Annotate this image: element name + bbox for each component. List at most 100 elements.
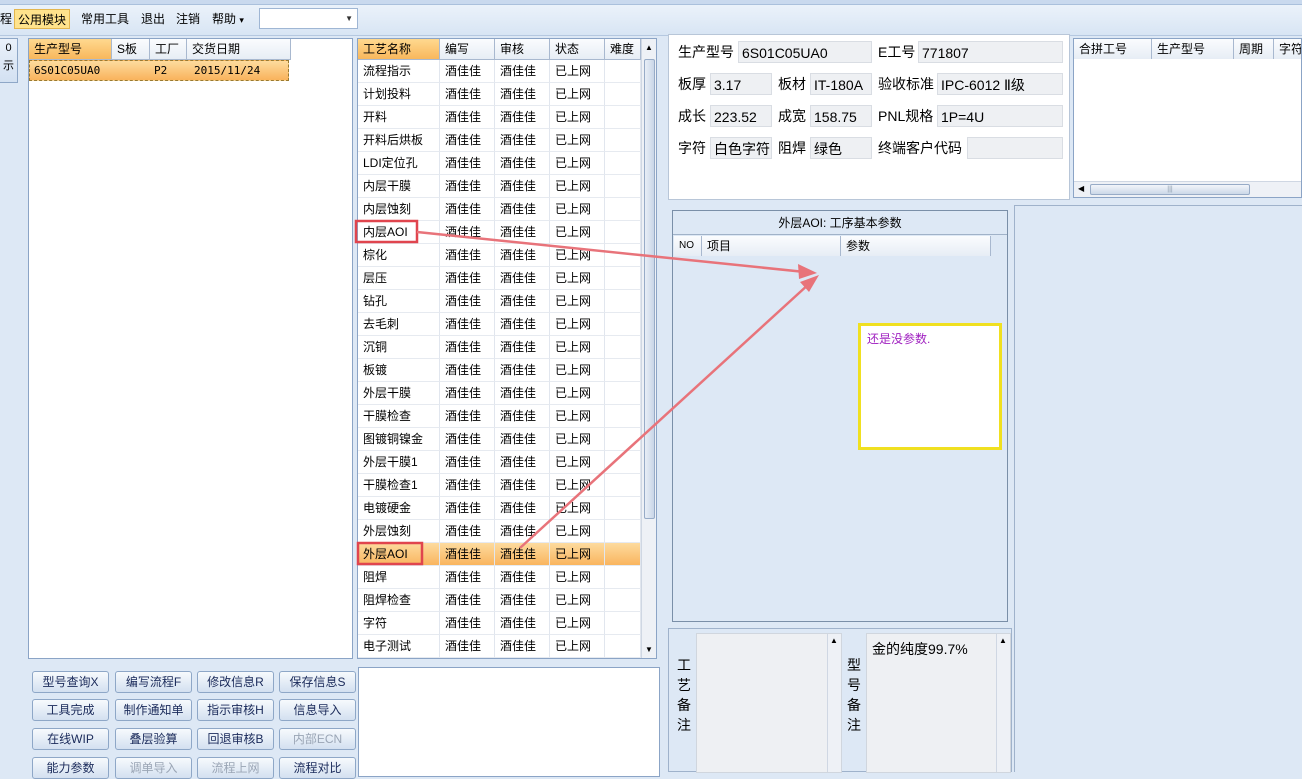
field-e-no[interactable]: 771807 xyxy=(918,41,1063,63)
table-row[interactable]: 板镀 酒佳佳 酒佳佳 已上网 xyxy=(358,359,641,382)
table-row[interactable]: 钻孔 酒佳佳 酒佳佳 已上网 xyxy=(358,290,641,313)
action-button[interactable]: 信息导入 xyxy=(279,699,356,721)
table-row[interactable]: 电镀硬金 酒佳佳 酒佳佳 已上网 xyxy=(358,497,641,520)
table-row[interactable]: 棕化 酒佳佳 酒佳佳 已上网 xyxy=(358,244,641,267)
col-header-process-name[interactable]: 工艺名称 xyxy=(358,39,440,59)
cell-status: 已上网 xyxy=(550,60,605,83)
action-button[interactable]: 工具完成 xyxy=(32,699,109,721)
field-accept-standard[interactable]: IPC-6012 Ⅱ级 xyxy=(937,73,1063,95)
col-header-period[interactable]: 周期 xyxy=(1234,39,1274,59)
col-header-status[interactable]: 状态 xyxy=(550,39,605,59)
col-header-writer[interactable]: 编写 xyxy=(440,39,495,59)
table-row[interactable]: 开料 酒佳佳 酒佳佳 已上网 xyxy=(358,106,641,129)
table-row[interactable]: 阻焊 酒佳佳 酒佳佳 已上网 xyxy=(358,566,641,589)
field-client-code[interactable] xyxy=(967,137,1063,159)
scroll-up-icon[interactable]: ▲ xyxy=(645,43,653,52)
scroll-up-icon[interactable]: ▲ xyxy=(830,636,838,645)
cell-status: 已上网 xyxy=(550,359,605,382)
table-row[interactable]: 内层AOI 酒佳佳 酒佳佳 已上网 xyxy=(358,221,641,244)
col-header-model[interactable]: 生产型号 xyxy=(29,39,112,59)
col-header-s-board[interactable]: S板 xyxy=(112,39,150,59)
action-button[interactable]: 回退审核B xyxy=(197,728,274,750)
scroll-left-icon[interactable]: ◀ xyxy=(1078,184,1084,193)
action-button[interactable]: 能力参数 xyxy=(32,757,109,779)
action-button[interactable]: 调单导入 xyxy=(115,757,192,779)
table-row[interactable]: 层压 酒佳佳 酒佳佳 已上网 xyxy=(358,267,641,290)
menu-item-public-module[interactable]: 公用模块 xyxy=(14,9,71,29)
label-width: 成宽 xyxy=(778,108,806,124)
label-accept-standard: 验收标准 xyxy=(878,76,934,92)
table-row[interactable]: 字符 酒佳佳 酒佳佳 已上网 xyxy=(358,612,641,635)
menu-item-tools[interactable]: 常用工具 xyxy=(78,9,132,29)
table-row[interactable]: LDI定位孔 酒佳佳 酒佳佳 已上网 xyxy=(358,152,641,175)
table-row[interactable]: 6S01C05UA0 P2 2015/11/24 xyxy=(29,60,289,81)
field-width[interactable]: 158.75 xyxy=(810,105,872,127)
action-button[interactable]: 编写流程F xyxy=(115,671,192,693)
cell-status: 已上网 xyxy=(550,635,605,658)
table-row[interactable]: 阻焊检查 酒佳佳 酒佳佳 已上网 xyxy=(358,589,641,612)
module-combo[interactable]: ▼ xyxy=(259,8,358,29)
col-header-no[interactable]: NO xyxy=(674,236,702,256)
table-row[interactable]: 图镀铜镍金 酒佳佳 酒佳佳 已上网 xyxy=(358,428,641,451)
action-button[interactable]: 流程对比 xyxy=(279,757,356,779)
field-solder-mask[interactable]: 绿色 xyxy=(810,137,872,159)
action-button[interactable]: 型号查询X xyxy=(32,671,109,693)
table-row[interactable]: 干膜检查1 酒佳佳 酒佳佳 已上网 xyxy=(358,474,641,497)
process-remark-field[interactable] xyxy=(696,633,842,773)
table-row[interactable]: 内层干膜 酒佳佳 酒佳佳 已上网 xyxy=(358,175,641,198)
action-button[interactable]: 制作通知单 xyxy=(115,699,192,721)
col-header-factory[interactable]: 工厂 xyxy=(150,39,187,59)
action-button[interactable]: 指示审核H xyxy=(197,699,274,721)
chevron-down-icon[interactable]: ▼ xyxy=(345,14,353,23)
process-scrollbar[interactable]: ▲ ▼ xyxy=(641,39,656,658)
field-pnl[interactable]: 1P=4U xyxy=(937,105,1063,127)
chevron-down-icon: ▾ xyxy=(239,15,244,25)
scroll-thumb[interactable] xyxy=(644,59,655,519)
field-length[interactable]: 223.52 xyxy=(710,105,772,127)
menu-item-logout[interactable]: 注销 xyxy=(173,9,203,29)
cell-process-name: 字符 xyxy=(358,612,440,635)
table-row[interactable]: 干膜检查 酒佳佳 酒佳佳 已上网 xyxy=(358,405,641,428)
field-material[interactable]: IT-180A xyxy=(810,73,872,95)
table-row[interactable]: 开料后烘板 酒佳佳 酒佳佳 已上网 xyxy=(358,129,641,152)
table-row[interactable]: 外层AOI 酒佳佳 酒佳佳 已上网 xyxy=(358,543,641,566)
col-header-model[interactable]: 生产型号 xyxy=(1152,39,1234,59)
menu-item-help[interactable]: 帮助 ▾ xyxy=(209,9,247,29)
col-header-reviewer[interactable]: 审核 xyxy=(495,39,550,59)
field-character[interactable]: 白色字符 xyxy=(710,137,772,159)
table-row[interactable]: 流程指示 酒佳佳 酒佳佳 已上网 xyxy=(358,60,641,83)
table-row[interactable]: 沉铜 酒佳佳 酒佳佳 已上网 xyxy=(358,336,641,359)
col-header-param[interactable]: 参数 xyxy=(841,236,991,256)
action-button[interactable]: 保存信息S xyxy=(279,671,356,693)
col-header-combine-no[interactable]: 合拼工号 xyxy=(1074,39,1152,59)
table-row[interactable]: 外层蚀刻 酒佳佳 酒佳佳 已上网 xyxy=(358,520,641,543)
menu-item-exit[interactable]: 退出 xyxy=(138,9,168,29)
scroll-thumb[interactable]: ||| xyxy=(1090,184,1250,195)
field-thickness[interactable]: 3.17 xyxy=(710,73,772,95)
remark-scrollbar[interactable]: ▲ xyxy=(996,634,1010,772)
model-remark-field[interactable]: 金的纯度99.7% xyxy=(866,633,1011,773)
action-button[interactable]: 内部ECN xyxy=(279,728,356,750)
table-row[interactable]: 外层干膜 酒佳佳 酒佳佳 已上网 xyxy=(358,382,641,405)
col-header-character[interactable]: 字符 xyxy=(1274,39,1301,59)
table-row[interactable]: 内层蚀刻 酒佳佳 酒佳佳 已上网 xyxy=(358,198,641,221)
combine-hscrollbar[interactable]: ◀ ||| xyxy=(1074,181,1301,197)
action-button[interactable]: 叠层验算 xyxy=(115,728,192,750)
scroll-up-icon[interactable]: ▲ xyxy=(999,636,1007,645)
table-row[interactable]: 计划投料 酒佳佳 酒佳佳 已上网 xyxy=(358,83,641,106)
collapsed-side-tab[interactable]: 0 示 xyxy=(0,38,18,83)
remark-scrollbar[interactable]: ▲ xyxy=(827,634,841,772)
menu-item-process[interactable]: 程 xyxy=(0,9,15,29)
table-row[interactable]: 外层干膜1 酒佳佳 酒佳佳 已上网 xyxy=(358,451,641,474)
table-row[interactable]: 电子测试 酒佳佳 酒佳佳 已上网 xyxy=(358,635,641,658)
field-product-model[interactable]: 6S01C05UA0 xyxy=(738,41,872,63)
cell-status: 已上网 xyxy=(550,83,605,106)
col-header-difficulty[interactable]: 难度 xyxy=(605,39,641,59)
action-button[interactable]: 流程上网 xyxy=(197,757,274,779)
col-header-delivery-date[interactable]: 交货日期 xyxy=(187,39,291,59)
col-header-item[interactable]: 项目 xyxy=(702,236,841,256)
action-button[interactable]: 在线WIP xyxy=(32,728,109,750)
scroll-down-icon[interactable]: ▼ xyxy=(645,645,653,654)
table-row[interactable]: 去毛刺 酒佳佳 酒佳佳 已上网 xyxy=(358,313,641,336)
action-button[interactable]: 修改信息R xyxy=(197,671,274,693)
